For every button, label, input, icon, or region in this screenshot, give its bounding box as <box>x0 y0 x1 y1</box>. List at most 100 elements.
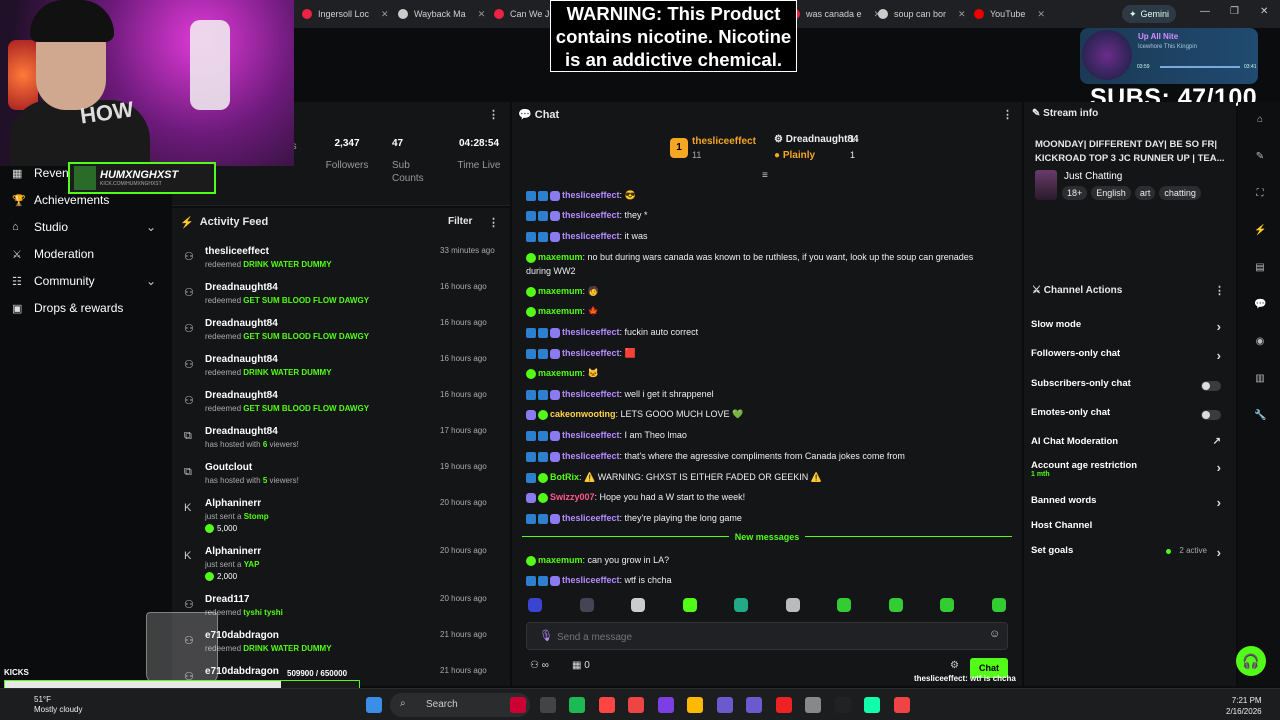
more-icon[interactable]: ⋮ <box>1214 284 1225 297</box>
channel-action-slow-mode[interactable]: Slow mode › <box>1031 319 1231 339</box>
stream-tag[interactable]: art <box>1134 186 1156 200</box>
close-tab-icon[interactable]: ✕ <box>478 9 486 20</box>
message-input[interactable] <box>557 629 957 645</box>
gemini-button[interactable]: ✦ Gemini <box>1122 5 1176 23</box>
emote-icon[interactable] <box>734 598 748 612</box>
mic-icon[interactable]: 🎙 <box>539 629 553 642</box>
chat-message[interactable]: Swizzy007: Hope you had a W start to the… <box>526 492 745 503</box>
taskbar-app-icon[interactable] <box>775 697 792 713</box>
browser-tab[interactable]: YouTube ✕ <box>974 4 1045 24</box>
channel-action-subscribers-only-chat[interactable]: Subscribers-only chat <box>1031 378 1231 398</box>
settings-icon[interactable]: ⚙ <box>950 660 959 671</box>
close-tab-icon[interactable]: ✕ <box>1037 9 1045 20</box>
filter-button[interactable]: Filter <box>448 216 472 227</box>
chat-message[interactable]: BotRix: ⚠️ WARNING: GHXST IS EITHER FADE… <box>526 472 822 483</box>
more-icon[interactable]: ⋮ <box>1002 108 1013 121</box>
emote-icon[interactable] <box>991 598 1006 612</box>
chat-message[interactable]: maxemum: can you grow in LA? <box>526 555 669 566</box>
chevron-down-icon[interactable]: ⌄ <box>146 274 156 288</box>
chat-message[interactable]: thesliceeffect: they * <box>526 210 648 221</box>
clock[interactable]: 7:21 PM 2/16/2026 <box>1226 695 1262 717</box>
minimize-icon[interactable]: — <box>1200 6 1210 17</box>
stream-tag[interactable]: English <box>1091 186 1131 200</box>
note-icon[interactable]: ▤ <box>1254 262 1266 274</box>
taskbar-app-icon[interactable] <box>805 697 821 713</box>
channel-action-account-age-restriction[interactable]: Account age restriction 1 mth › <box>1031 460 1231 480</box>
chat-message[interactable]: thesliceeffect: they're playing the long… <box>526 513 742 524</box>
points-icon[interactable]: ⚇ ∞ <box>530 660 549 671</box>
emoji-icon[interactable]: ☺ <box>989 628 1000 640</box>
chat-message[interactable]: maxemum: 🧑 <box>526 286 599 297</box>
taskbar-app-icon[interactable] <box>598 697 615 713</box>
emote-icon[interactable] <box>528 598 542 612</box>
toggle-switch[interactable] <box>1201 410 1221 420</box>
chat-icon[interactable]: 💬 <box>1254 299 1266 311</box>
fullscreen-icon[interactable]: ⛶ <box>1254 188 1266 200</box>
sidebar-item-studio[interactable]: ⌂ Studio ⌄ <box>12 220 156 234</box>
browser-tab[interactable]: was canada e✕ <box>790 4 881 24</box>
emote-icon[interactable] <box>940 598 954 612</box>
sidebar-item-achievements[interactable]: 🏆 Achievements <box>12 193 109 207</box>
broadcast-icon[interactable]: ◉ <box>1254 336 1266 348</box>
pencil-icon[interactable]: ✎ <box>1254 151 1266 163</box>
close-tab-icon[interactable]: ✕ <box>381 9 389 20</box>
channel-action-followers-only-chat[interactable]: Followers-only chat › <box>1031 348 1231 368</box>
close-tab-icon[interactable]: ✕ <box>958 9 966 20</box>
sidebar-item-moderation[interactable]: ⚔ Moderation <box>12 247 94 261</box>
browser-tab[interactable]: Ingersoll Loc ✕ <box>302 4 389 24</box>
browser-tab[interactable]: soup can bor ✕ <box>878 4 966 24</box>
emote-icon[interactable] <box>785 598 800 612</box>
taskbar-app-icon[interactable] <box>746 697 762 713</box>
maximize-icon[interactable]: ❐ <box>1230 6 1239 17</box>
emote-icon[interactable] <box>837 598 851 612</box>
stream-tag[interactable]: 18+ <box>1062 186 1088 200</box>
sidebar-item-drops-rewards[interactable]: ▣ Drops & rewards <box>12 301 123 315</box>
home-icon[interactable]: ⌂ <box>1254 114 1266 126</box>
sidebar-item-community[interactable]: ☷ Community ⌄ <box>12 274 156 288</box>
emote-icon[interactable] <box>631 598 645 612</box>
chat-message[interactable]: thesliceeffect: fuckin auto correct <box>526 327 698 338</box>
chevron-down-icon[interactable]: ⌄ <box>146 220 156 234</box>
emote-icon[interactable] <box>888 598 903 612</box>
windows-start-icon[interactable] <box>366 697 382 713</box>
taskbar-app-icon[interactable] <box>687 697 703 713</box>
taskbar-app-icon[interactable] <box>510 697 526 713</box>
taskbar-app-icon[interactable] <box>893 697 910 713</box>
browser-tab[interactable]: Wayback Ma ✕ <box>398 4 485 24</box>
taskbar-app-icon[interactable] <box>864 697 880 713</box>
chat-message[interactable]: cakeonwooting: LETS GOOO MUCH LOVE 💚 <box>526 409 743 420</box>
taskbar-app-icon[interactable] <box>628 697 644 713</box>
layout-icon[interactable]: ▥ <box>1254 373 1266 385</box>
emote-icon[interactable] <box>579 598 594 612</box>
chat-message[interactable]: thesliceeffect: 😎 <box>526 190 636 201</box>
store-icon[interactable]: ▦ 0 <box>572 660 590 671</box>
chat-message[interactable]: thesliceeffect: it was <box>526 231 648 242</box>
chat-message[interactable]: maxemum: 🍁 <box>526 306 599 317</box>
more-icon[interactable]: ⋮ <box>488 216 499 229</box>
chat-message[interactable]: thesliceeffect: I am Theo lmao <box>526 430 687 441</box>
taskbar-app-icon[interactable] <box>657 697 674 713</box>
chat-message[interactable]: thesliceeffect: that's where the agressi… <box>526 451 905 462</box>
taskbar-app-icon[interactable] <box>569 697 585 713</box>
taskbar-app-icon[interactable] <box>539 697 556 713</box>
taskbar-app-icon[interactable] <box>834 697 851 713</box>
wrench-icon[interactable]: 🔧 <box>1254 410 1266 422</box>
more-icon[interactable]: ⋮ <box>488 108 499 121</box>
chat-message[interactable]: maxemum: 🐱 <box>526 368 599 379</box>
channel-action-emotes-only-chat[interactable]: Emotes-only chat <box>1031 407 1231 427</box>
collapse-icon[interactable]: ≡ <box>762 170 768 181</box>
chat-message[interactable]: maxemum: no but during wars canada was k… <box>526 252 973 263</box>
chat-message[interactable]: thesliceeffect: wtf is chcha <box>526 575 672 586</box>
support-chat-button[interactable]: 🎧 <box>1236 646 1266 676</box>
chat-message[interactable]: thesliceeffect: 🟥 <box>526 348 636 359</box>
weather-widget[interactable]: 51°F Mostly cloudy <box>20 695 82 715</box>
channel-action-ai-chat-moderation[interactable]: AI Chat Moderation ↗ <box>1031 436 1231 456</box>
close-window-icon[interactable]: ✕ <box>1260 6 1268 17</box>
chat-message[interactable]: thesliceeffect: well i get it shrappenel <box>526 389 714 400</box>
stream-tag[interactable]: chatting <box>1159 186 1201 200</box>
lightning-icon[interactable]: ⚡ <box>1254 225 1266 237</box>
channel-action-host-channel[interactable]: Host Channel <box>1031 520 1231 540</box>
taskbar-search[interactable]: ⌕ Search <box>390 693 530 717</box>
emote-icon[interactable] <box>682 598 697 612</box>
taskbar-app-icon[interactable] <box>716 697 733 713</box>
